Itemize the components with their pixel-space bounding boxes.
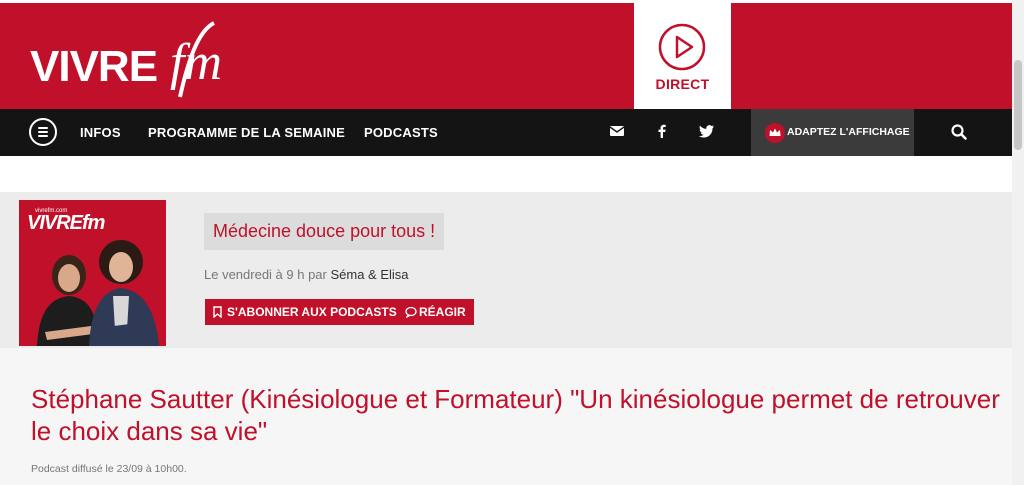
facebook-icon[interactable] [653,122,671,140]
show-hosts[interactable]: Séma & Elisa [330,267,408,282]
twitter-icon[interactable] [698,122,716,140]
react-button[interactable]: RÉAGIR [397,299,474,325]
main-nav: INFOS PROGRAMME DE LA SEMAINE PODCASTS A… [0,109,1012,156]
comment-icon [405,306,417,318]
page: VIVRE fm DIRECT INFOS PROGRAMME DE LA SE… [0,0,1024,485]
article-meta: Podcast diffusé le 23/09 à 10h00. [31,463,187,475]
subscribe-label: S'ABONNER AUX PODCASTS [227,305,397,319]
adapt-display-label: ADAPTEZ L'AFFICHAGE [787,126,910,138]
scrollbar-thumb[interactable] [1014,60,1022,150]
react-label: RÉAGIR [419,305,466,319]
play-icon [658,23,706,71]
show-schedule-prefix: Le vendredi à 9 h par [204,267,331,282]
nav-item-podcasts[interactable]: PODCASTS [364,125,438,140]
show-schedule: Le vendredi à 9 h par Séma & Elisa [204,267,409,282]
nav-item-programme[interactable]: PROGRAMME DE LA SEMAINE [148,125,345,140]
page-scrollbar[interactable] [1012,0,1024,485]
site-header: VIVRE fm DIRECT [0,3,1012,109]
crown-icon [765,123,785,143]
bookmark-icon [213,306,222,318]
mail-icon[interactable] [608,122,626,140]
article-title: Stéphane Sautter (Kinésiologue et Format… [31,384,1000,446]
menu-icon[interactable] [29,118,57,146]
vivrefm-logo[interactable]: VIVRE fm [30,21,260,99]
search-icon[interactable] [950,123,968,141]
show-title[interactable]: Médecine douce pour tous ! [204,213,445,250]
nav-item-infos[interactable]: INFOS [80,125,121,140]
direct-button[interactable]: DIRECT [634,3,731,109]
adapt-display-button[interactable]: ADAPTEZ L'AFFICHAGE [751,109,914,156]
show-cover-image[interactable]: vivrefm.com VIVREfm [19,200,166,346]
direct-label: DIRECT [655,76,710,92]
cover-logo: VIVREfm [27,212,105,234]
svg-text:VIVRE: VIVRE [30,42,157,91]
subscribe-podcasts-button[interactable]: S'ABONNER AUX PODCASTS [205,299,405,325]
